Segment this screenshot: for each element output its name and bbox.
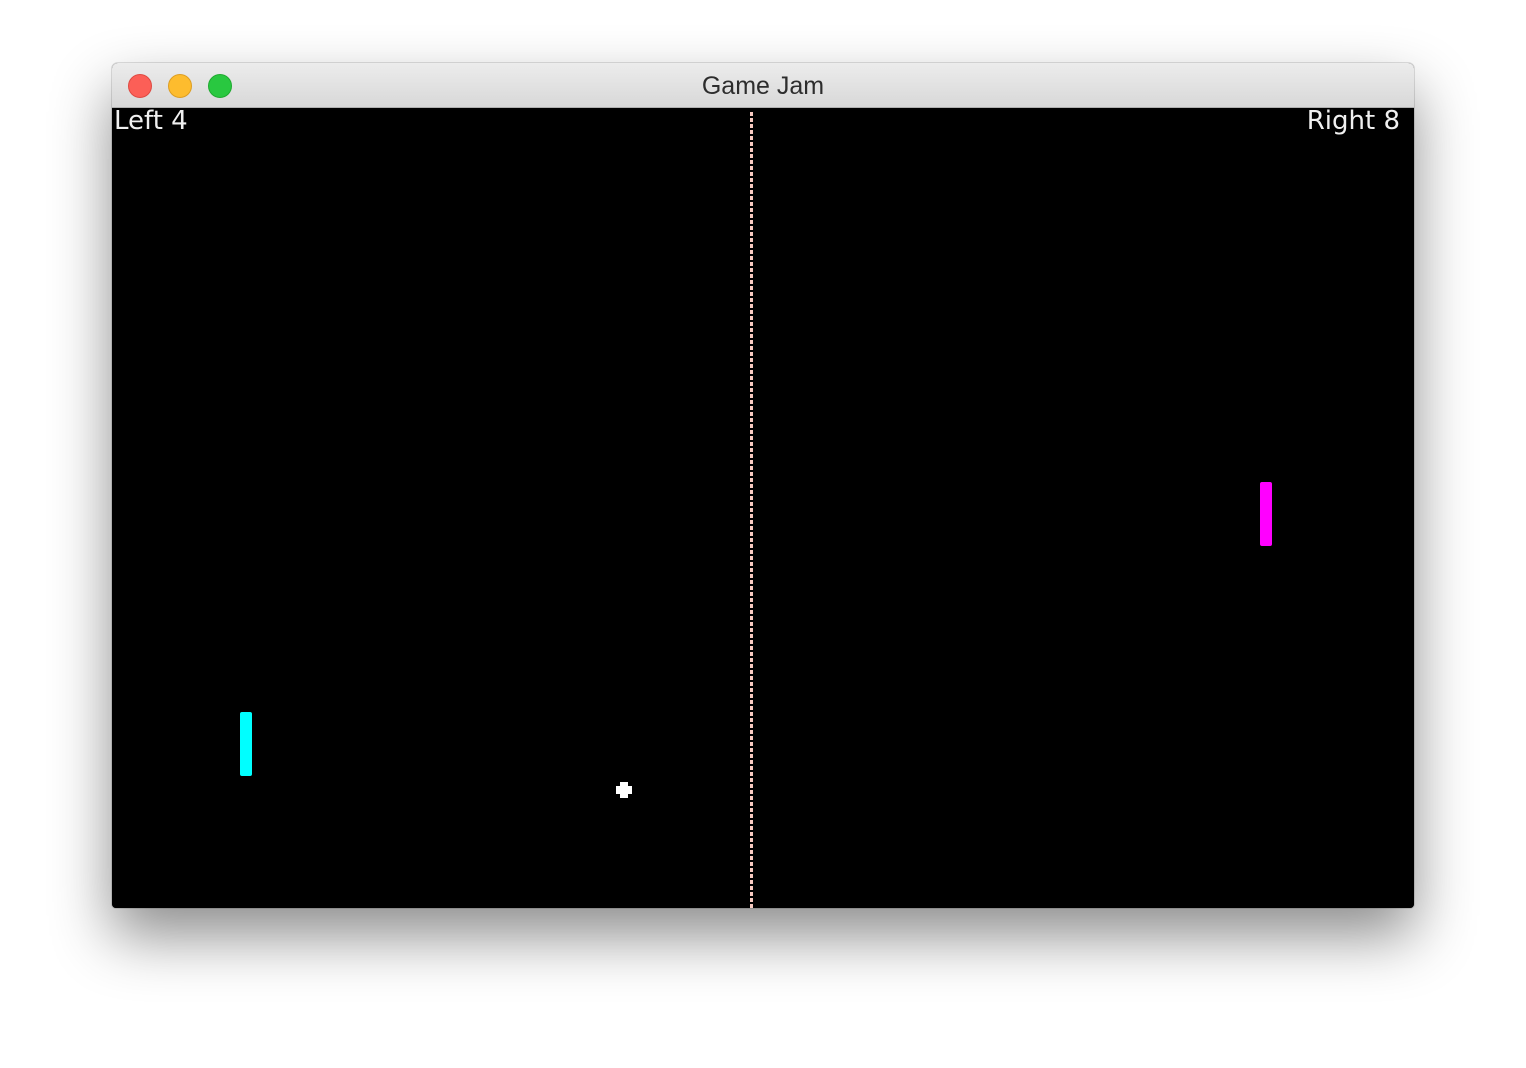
window-title: Game Jam (701, 72, 825, 100)
right-score: Right 8 (1306, 106, 1400, 136)
right-paddle (1260, 482, 1272, 546)
center-net (750, 112, 753, 908)
ball-icon (616, 782, 632, 798)
game-canvas[interactable]: Left 4 Right 8 (112, 108, 1414, 908)
left-score: Left 4 (114, 106, 188, 136)
left-paddle (240, 712, 252, 776)
title-bar[interactable]: Game Jam (112, 63, 1414, 108)
game-window: Game Jam Left 4 Right 8 (112, 63, 1414, 908)
